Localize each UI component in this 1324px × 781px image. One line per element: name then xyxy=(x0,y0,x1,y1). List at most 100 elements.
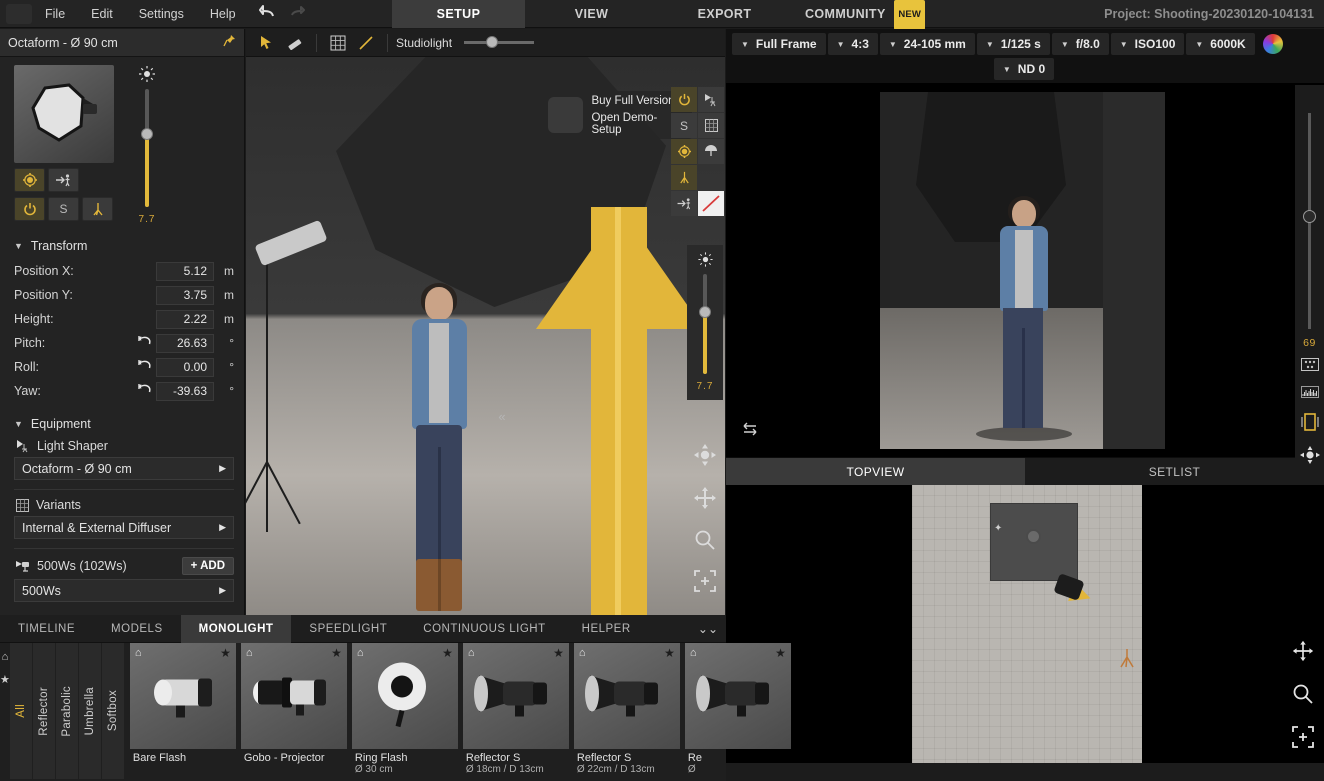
equipment-section-header[interactable]: ▼ Equipment xyxy=(14,417,234,431)
tab-community[interactable]: COMMUNITY NEW xyxy=(791,0,939,30)
promo-overlay[interactable]: Buy Full Version Open Demo-Setup xyxy=(542,91,692,139)
portrait-orientation-icon[interactable] xyxy=(1300,412,1319,437)
studiolight-slider[interactable] xyxy=(464,36,535,48)
pin-icon[interactable] xyxy=(223,34,236,52)
measure-tool-icon[interactable] xyxy=(282,32,308,54)
chevron-double-down-icon[interactable]: ⌄⌄ xyxy=(698,622,726,636)
solo-button[interactable]: S xyxy=(671,113,697,138)
home-icon[interactable]: ⌂ xyxy=(468,647,475,659)
star-icon[interactable]: ★ xyxy=(0,673,10,686)
shutter-speed-select[interactable]: ▼ 1/125 s xyxy=(976,33,1050,55)
target-button[interactable] xyxy=(14,168,45,192)
studiolight-knob[interactable] xyxy=(485,36,498,48)
stand-button[interactable] xyxy=(82,197,113,221)
white-balance-select[interactable]: ▼ 6000K xyxy=(1186,33,1255,55)
flip-view-icon[interactable] xyxy=(740,422,760,439)
home-icon[interactable]: ⌂ xyxy=(357,647,364,659)
library-category-all[interactable]: All xyxy=(9,643,32,779)
library-tab-speedlight[interactable]: SPEEDLIGHT xyxy=(291,615,405,643)
light-stand-icon[interactable] xyxy=(698,87,724,112)
solo-button[interactable]: S xyxy=(48,197,79,221)
add-power-button[interactable]: + ADD xyxy=(181,557,234,575)
tab-setlist[interactable]: SETLIST xyxy=(1025,458,1324,485)
tab-view[interactable]: VIEW xyxy=(525,0,658,28)
power-select[interactable]: 500Ws ▶ xyxy=(14,579,234,602)
intensity-knob[interactable] xyxy=(141,127,153,140)
reset-icon[interactable] xyxy=(134,335,156,351)
transform-value-input[interactable]: 5.12 xyxy=(156,261,214,281)
pan-icon[interactable] xyxy=(1292,640,1314,667)
home-icon[interactable]: ⌂ xyxy=(246,647,253,659)
star-icon[interactable]: ★ xyxy=(775,646,786,660)
pan-icon[interactable] xyxy=(693,486,717,515)
transform-value-input[interactable]: 2.22 xyxy=(156,309,214,329)
grid-icon[interactable] xyxy=(698,113,724,138)
library-card[interactable]: ⌂ ★ Reflector SØ 22cm / D 13cm xyxy=(573,643,680,779)
light-shaper-select[interactable]: Octaform - Ø 90 cm ▶ xyxy=(14,457,234,480)
tab-export[interactable]: EXPORT xyxy=(658,0,791,28)
transform-value-input[interactable]: 3.75 xyxy=(156,285,214,305)
nd-filter-select[interactable]: ▼ ND 0 xyxy=(993,58,1055,80)
aspect-ratio-select[interactable]: ▼ 4:3 xyxy=(827,33,878,55)
topview-canvas[interactable]: ✦ xyxy=(726,485,1324,763)
library-category-softbox[interactable]: Softbox xyxy=(101,643,124,779)
point-at-model-icon[interactable] xyxy=(671,191,697,216)
power-button[interactable] xyxy=(671,87,697,112)
library-card[interactable]: ⌂ ★ Ring Flash Ø 30 cm xyxy=(351,643,458,779)
library-tab-monolight[interactable]: MONOLIGHT xyxy=(180,614,292,643)
library-card[interactable]: ⌂ ★ Reflector SØ 18cm / D 13cm xyxy=(462,643,569,779)
library-card[interactable]: ⌂ ★ Re Ø xyxy=(684,643,791,779)
star-icon[interactable]: ★ xyxy=(331,646,342,660)
tripod-icon[interactable] xyxy=(671,165,697,190)
library-tab-helper[interactable]: HELPER xyxy=(564,615,649,643)
home-icon[interactable]: ⌂ xyxy=(135,647,142,659)
star-icon[interactable]: ★ xyxy=(553,646,564,660)
umbrella-icon[interactable] xyxy=(698,139,724,164)
target-icon[interactable] xyxy=(671,139,697,164)
camera-preview[interactable] xyxy=(726,84,1324,457)
histogram-icon[interactable] xyxy=(1300,385,1319,403)
menu-help[interactable]: Help xyxy=(197,0,249,28)
preview-zoom-track[interactable] xyxy=(1303,113,1316,329)
home-icon[interactable]: ⌂ xyxy=(690,647,697,659)
grid-toggle-icon[interactable] xyxy=(325,32,351,54)
star-icon[interactable]: ★ xyxy=(220,646,231,660)
no-light-icon[interactable] xyxy=(698,191,724,216)
viewport-intensity-slider[interactable]: 7.7 xyxy=(687,245,723,400)
reset-icon[interactable] xyxy=(134,359,156,375)
sensor-select[interactable]: ▼ Full Frame xyxy=(732,33,826,55)
power-button[interactable] xyxy=(14,197,45,221)
zoom-icon[interactable] xyxy=(1292,683,1314,710)
preview-zoom-knob[interactable] xyxy=(1303,210,1316,224)
tab-topview[interactable]: TOPVIEW xyxy=(726,458,1025,485)
library-tab-models[interactable]: MODELS xyxy=(93,615,181,643)
viewport-intensity-knob[interactable] xyxy=(699,306,711,318)
grid-overlay-icon[interactable] xyxy=(1300,358,1319,376)
undo-icon[interactable] xyxy=(258,4,277,23)
color-wheel-icon[interactable] xyxy=(1262,34,1283,54)
collapse-panel-button[interactable]: « xyxy=(494,405,510,427)
menu-file[interactable]: File xyxy=(32,0,78,28)
menu-settings[interactable]: Settings xyxy=(126,0,197,28)
tab-setup[interactable]: SETUP xyxy=(392,0,525,28)
library-category-reflector[interactable]: Reflector xyxy=(32,643,55,779)
library-card[interactable]: ⌂ ★ Gobo - Projector xyxy=(240,643,347,779)
transform-section-header[interactable]: ▼ Transform xyxy=(14,239,234,253)
aperture-select[interactable]: ▼ f/8.0 xyxy=(1051,33,1109,55)
point-at-model-button[interactable] xyxy=(48,168,79,192)
variants-select[interactable]: Internal & External Diffuser ▶ xyxy=(14,516,234,539)
focal-length-select[interactable]: ▼ 24-105 mm xyxy=(879,33,975,55)
viewport-scene[interactable]: Buy Full Version Open Demo-Setup S 7.7 xyxy=(246,57,725,615)
zoom-icon[interactable] xyxy=(694,529,716,556)
topview-camera-marker[interactable] xyxy=(1118,647,1136,674)
iso-select[interactable]: ▼ ISO100 xyxy=(1110,33,1185,55)
transform-value-input[interactable]: 0.00 xyxy=(156,357,214,377)
star-icon[interactable]: ★ xyxy=(664,646,675,660)
select-tool-icon[interactable] xyxy=(254,32,280,54)
topview-model-marker[interactable] xyxy=(1026,529,1041,544)
library-card[interactable]: ⌂ ★ Bare Flash xyxy=(129,643,236,779)
viewport-3d[interactable]: Studiolight Buy Full Version Open Demo-S… xyxy=(246,29,725,615)
app-logo-icon[interactable] xyxy=(6,3,32,24)
library-tab-continuous-light[interactable]: CONTINUOUS LIGHT xyxy=(405,615,563,643)
transform-value-input[interactable]: -39.63 xyxy=(156,381,214,401)
